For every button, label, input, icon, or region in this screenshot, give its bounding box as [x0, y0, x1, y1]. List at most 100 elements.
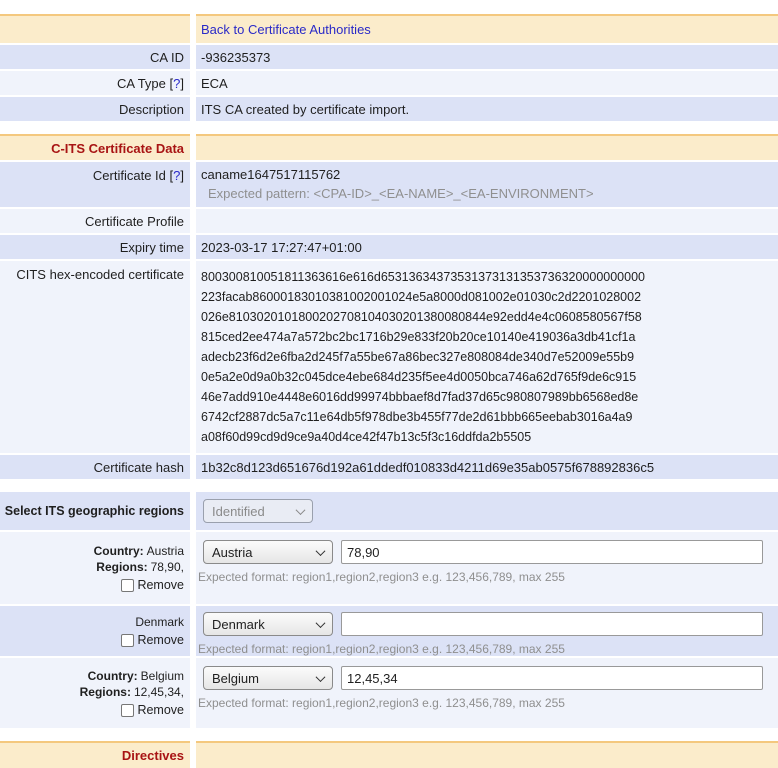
region-mode-select[interactable]: Identified: [203, 499, 313, 523]
geo-entry-summary-belgium: Country:Belgium Regions:12,45,34, Remove: [0, 658, 190, 728]
back-link-row: Back to Certificate Authorities: [0, 14, 778, 43]
certificate-profile-row: Certificate Profile: [0, 209, 778, 233]
hex-certificate-label: CITS hex-encoded certificate: [0, 261, 190, 453]
country-summary: Country:Austria: [94, 543, 184, 559]
geo-mode-cell: Identified: [196, 492, 778, 530]
ca-type-value-text: ECA: [201, 76, 228, 91]
geo-mode-label: Select ITS geographic regions: [0, 492, 190, 530]
regions-input[interactable]: [341, 540, 763, 564]
hex-certificate-label-text: CITS hex-encoded certificate: [16, 267, 184, 282]
geo-entry-controls-austria: Austria Expected format: region1,region2…: [196, 532, 778, 604]
geo-entry-row-belgium: Country:Belgium Regions:12,45,34, Remove…: [0, 658, 778, 728]
chevron-down-icon: [316, 618, 326, 628]
page-content: Back to Certificate Authorities CA ID -9…: [0, 0, 778, 768]
hex-line: 800300810051811363616e616d65313634373531…: [201, 267, 778, 287]
geo-mode-label-text: Select ITS geographic regions: [5, 504, 184, 518]
country-select[interactable]: Austria: [203, 540, 333, 564]
regions-summary: Regions:78,90,: [96, 559, 184, 575]
regions-summary: Regions:12,45,34,: [80, 684, 184, 700]
region-mode-select-value: Identified: [212, 504, 265, 519]
certificate-profile-label: Certificate Profile: [0, 209, 190, 233]
remove-label: Remove: [137, 632, 184, 648]
geo-entry-row-austria: Country:Austria Regions:78,90, Remove Au…: [0, 532, 778, 604]
remove-checkbox[interactable]: [121, 704, 134, 717]
ca-type-help-link[interactable]: ?: [173, 76, 180, 91]
hex-line: 026e810302010180020270810403020138008084…: [201, 307, 778, 327]
regions-input[interactable]: [341, 612, 763, 636]
section-cits-certificate-data: C-ITS Certificate Data Certificate Id [?…: [0, 134, 778, 479]
ca-type-value: ECA: [196, 71, 778, 95]
directives-section-title: Directives: [0, 741, 190, 768]
geo-control-line: Belgium: [203, 666, 778, 690]
certificate-id-help-link[interactable]: ?: [173, 168, 180, 183]
remove-control: Remove: [121, 632, 184, 648]
expiry-time-row: Expiry time 2023-03-17 17:27:47+01:00: [0, 235, 778, 259]
cits-section-header-spacer: [196, 134, 778, 160]
ca-id-label-text: CA ID: [150, 50, 184, 65]
chevron-down-icon: [296, 505, 306, 515]
country-prefix: Country:: [94, 544, 144, 558]
ca-id-value: -936235373: [196, 45, 778, 69]
country-name: Austria: [147, 544, 184, 558]
back-to-certificate-authorities-link[interactable]: Back to Certificate Authorities: [201, 22, 371, 37]
hex-line: 815ced2ee474a7a572bc2bc1716b29e833f20b20…: [201, 327, 778, 347]
hex-certificate-row: CITS hex-encoded certificate 80030081005…: [0, 261, 778, 453]
remove-label: Remove: [137, 577, 184, 593]
back-link-cell: Back to Certificate Authorities: [196, 14, 778, 43]
certificate-id-value-cell: caname1647517115762 Expected pattern: <C…: [196, 162, 778, 207]
hex-line: 46e7add910e4448e6016dd99974bbbaef8d7fad3…: [201, 387, 778, 407]
directives-section-title-text: Directives: [122, 748, 184, 763]
cits-section-title: C-ITS Certificate Data: [0, 134, 190, 160]
hex-certificate-value-cell: 800300810051811363616e616d65313634373531…: [196, 261, 778, 453]
remove-checkbox[interactable]: [121, 579, 134, 592]
chevron-down-icon: [316, 546, 326, 556]
hex-line: a08f60d99cd9d9ce9a40d4ce42f47b13c5f3c16d…: [201, 427, 778, 447]
geo-control-line: Austria: [203, 540, 778, 564]
country-select-value: Belgium: [212, 671, 259, 686]
certificate-hash-label-text: Certificate hash: [94, 460, 184, 475]
country-summary: Country:Belgium: [88, 668, 184, 684]
description-label: Description: [0, 97, 190, 121]
expiry-time-value-text: 2023-03-17 17:27:47+01:00: [201, 240, 362, 255]
remove-checkbox[interactable]: [121, 634, 134, 647]
section-geographic-regions: Select ITS geographic regions Identified…: [0, 492, 778, 728]
country-name: Belgium: [141, 669, 184, 683]
cits-section-header: C-ITS Certificate Data: [0, 134, 778, 160]
certificate-hash-label: Certificate hash: [0, 455, 190, 479]
certificate-id-value: caname1647517115762: [201, 167, 778, 182]
bracket-close: ]: [180, 76, 184, 91]
country-select[interactable]: Denmark: [203, 612, 333, 636]
remove-label: Remove: [137, 702, 184, 718]
country-select-value: Austria: [212, 545, 252, 560]
country-prefix: Country:: [88, 669, 138, 683]
section-directives: Directives: [0, 741, 778, 768]
geo-entry-row-denmark: Denmark Remove Denmark Expected format: …: [0, 606, 778, 656]
ca-id-row: CA ID -936235373: [0, 45, 778, 69]
hex-line: adecb23f6d2e6fba2d245f7a55be67a86bec327e…: [201, 347, 778, 367]
bracket-close: ]: [180, 168, 184, 183]
remove-control: Remove: [121, 577, 184, 593]
geo-entry-summary-denmark: Denmark Remove: [0, 606, 190, 656]
regions-format-hint: Expected format: region1,region2,region3…: [198, 696, 778, 710]
description-value: ITS CA created by certificate import.: [196, 97, 778, 121]
country-summary: Denmark: [135, 614, 184, 630]
geo-mode-row: Select ITS geographic regions Identified: [0, 492, 778, 530]
ca-id-label: CA ID: [0, 45, 190, 69]
country-select[interactable]: Belgium: [203, 666, 333, 690]
hex-line: 0e5a2e0d9a0b32c045dce4ebe684d235f5ee4d00…: [201, 367, 778, 387]
certificate-hash-row: Certificate hash 1b32c8d123d651676d192a6…: [0, 455, 778, 479]
geo-control-line: Denmark: [203, 612, 778, 636]
ca-type-label-text: CA Type: [117, 76, 166, 91]
cits-section-title-text: C-ITS Certificate Data: [51, 141, 184, 156]
directives-section-header: Directives: [0, 741, 778, 768]
regions-input[interactable]: [341, 666, 763, 690]
certificate-id-row: Certificate Id [?] caname1647517115762 E…: [0, 162, 778, 207]
regions-format-hint: Expected format: region1,region2,region3…: [198, 642, 778, 656]
hex-line: 223facab86000183010381002001024e5a8000d0…: [201, 287, 778, 307]
ca-type-row: CA Type [?] ECA: [0, 71, 778, 95]
description-label-text: Description: [119, 102, 184, 117]
regions-prefix: Regions:: [96, 560, 147, 574]
description-value-text: ITS CA created by certificate import.: [201, 102, 409, 117]
regions-prefix: Regions:: [80, 685, 131, 699]
geo-entry-controls-belgium: Belgium Expected format: region1,region2…: [196, 658, 778, 728]
